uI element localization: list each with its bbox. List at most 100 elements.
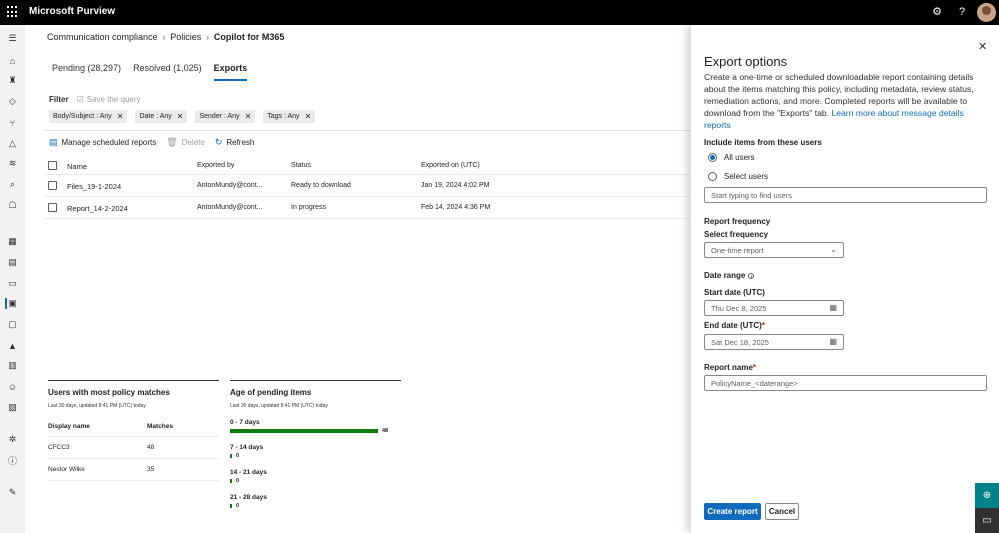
edit-icon[interactable]: ✎: [7, 487, 18, 498]
widget-title: Users with most policy matches: [48, 388, 170, 397]
row-checkbox[interactable]: [48, 203, 57, 212]
widget-subtitle: Last 30 days, updated 8:41 PM (UTC) toda…: [48, 403, 146, 409]
tag-icon[interactable]: ◇: [7, 96, 18, 107]
data-map-icon[interactable]: ▤: [7, 257, 18, 268]
filter-chip-body-subject[interactable]: Body/Subject : Any ✕: [49, 110, 128, 123]
audit-icon[interactable]: ☖: [7, 200, 18, 211]
branch-icon[interactable]: ⑂: [7, 117, 18, 128]
manage-scheduled-reports-button[interactable]: ▤ Manage scheduled reports: [49, 137, 156, 148]
breadcrumb-item-communication-compliance[interactable]: Communication compliance: [47, 32, 158, 42]
age-bar-row: 0: [230, 478, 401, 484]
radio-selected-icon[interactable]: [708, 153, 717, 162]
menu-icon[interactable]: ☰: [7, 33, 18, 44]
column-header-exported-on[interactable]: Exported on (UTC): [421, 162, 480, 169]
info-icon[interactable]: i: [748, 272, 755, 279]
table-row[interactable]: Files_19-1-2024 AntonMundy@cont... Ready…: [44, 175, 690, 197]
calendar-edit-icon: ▤: [49, 137, 58, 147]
close-icon[interactable]: ✕: [245, 112, 252, 121]
avatar[interactable]: [977, 3, 996, 22]
calendar-icon: ▦: [829, 303, 837, 312]
settings-gear-icon[interactable]: ⚙: [931, 6, 943, 18]
cancel-button[interactable]: Cancel: [765, 503, 799, 520]
date-range-label: Date range i: [704, 271, 755, 280]
help-support-icon[interactable]: ⊕: [975, 483, 999, 508]
people-icon[interactable]: ☺: [7, 381, 18, 392]
report-name-text: Report name: [704, 363, 753, 372]
report-name-input[interactable]: PolicyName_<daterange>: [704, 375, 987, 391]
age-pending-items-widget: Age of pending items Last 30 days, updat…: [230, 380, 401, 509]
user-name: Nestor Wilke: [48, 466, 85, 473]
refresh-label: Refresh: [226, 138, 255, 147]
help-icon[interactable]: ?: [956, 6, 968, 18]
radio-select-users[interactable]: Select users: [708, 172, 768, 181]
breadcrumb-item-policies[interactable]: Policies: [170, 32, 201, 42]
home-icon[interactable]: ⌂: [7, 55, 18, 66]
age-bar-row: 0: [230, 453, 401, 459]
select-all-checkbox[interactable]: [48, 161, 57, 170]
cell-name[interactable]: Files_19-1-2024: [67, 182, 121, 191]
policy-icon[interactable]: ▢: [7, 319, 18, 330]
radio-all-users[interactable]: All users: [708, 153, 755, 162]
close-icon[interactable]: ✕: [978, 40, 987, 53]
column-header-status[interactable]: Status: [291, 162, 311, 169]
trophy-icon[interactable]: ♜: [7, 75, 18, 86]
left-nav-rail: ☰ ⌂ ♜ ◇ ⑂ △ ≋ ⌕ ☖ ▦ ▤ ▭ ▣ ▢ ▲ ▥ ☺ ▧ ✲ ⓘ …: [0, 25, 25, 533]
age-bucket[interactable]: 0 - 7 days 48: [230, 419, 401, 434]
column-header-name[interactable]: Name: [67, 162, 87, 171]
filter-icon[interactable]: ≋: [7, 158, 18, 169]
info-icon[interactable]: ⓘ: [7, 455, 18, 466]
start-date-picker[interactable]: Thu Dec 8, 2025 ▦: [704, 300, 844, 316]
user-name: CFCC3: [48, 444, 70, 451]
age-bar-row: 0: [230, 503, 401, 509]
save-icon: ☑: [76, 95, 84, 104]
tab-exports[interactable]: Exports: [213, 63, 248, 81]
required-marker: *: [752, 363, 757, 372]
close-icon[interactable]: ✕: [177, 112, 184, 121]
report-icon[interactable]: ▧: [7, 402, 18, 413]
list-item[interactable]: CFCC3 48: [48, 437, 219, 459]
tab-resolved[interactable]: Resolved (1,025): [133, 63, 202, 81]
age-bar: [230, 479, 232, 483]
end-date-picker[interactable]: Sat Dec 18, 2025 ▦: [704, 334, 844, 350]
archive-icon[interactable]: ▥: [7, 360, 18, 371]
settings-icon[interactable]: ✲: [7, 434, 18, 445]
save-query-button[interactable]: ☑ Save the query: [77, 95, 141, 104]
users-most-matches-widget: Users with most policy matches Last 30 d…: [48, 380, 219, 481]
search-icon[interactable]: ⌕: [7, 179, 18, 190]
filter-chip-date[interactable]: Date : Any ✕: [135, 110, 188, 123]
catalog-icon[interactable]: ▦: [7, 236, 18, 247]
widget-title: Age of pending items: [230, 388, 312, 397]
filter-chip-tags[interactable]: Tags : Any ✕: [263, 110, 316, 123]
app-launcher-icon[interactable]: [7, 6, 19, 18]
list-item[interactable]: Nestor Wilke 35: [48, 459, 219, 481]
age-bucket[interactable]: 14 - 21 days 0: [230, 469, 401, 484]
age-bucket[interactable]: 21 - 28 days 0: [230, 494, 401, 509]
exports-table: Name Exported by Status Exported on (UTC…: [44, 155, 690, 219]
feedback-icon[interactable]: ▭: [975, 508, 999, 533]
alert-icon[interactable]: △: [7, 138, 18, 149]
create-report-button[interactable]: Create report: [704, 503, 761, 520]
filter-chip-sender[interactable]: Sender : Any ✕: [195, 110, 256, 123]
age-bar-value: 0: [236, 453, 240, 459]
age-bar: [230, 429, 378, 433]
chip-label: Body/Subject : Any: [53, 113, 112, 120]
row-checkbox[interactable]: [48, 181, 57, 190]
tab-pending[interactable]: Pending (28,297): [52, 63, 121, 81]
communication-compliance-icon[interactable]: ▣: [5, 298, 17, 309]
user-matches: 48: [147, 444, 155, 451]
refresh-button[interactable]: ↻ Refresh: [215, 137, 255, 148]
find-users-input[interactable]: Start typing to find users: [704, 187, 987, 203]
table-row[interactable]: Report_14-2-2024 AntonMundy@cont... In p…: [44, 197, 690, 219]
radio-unselected-icon[interactable]: [708, 172, 717, 181]
document-icon[interactable]: ▭: [7, 278, 18, 289]
frequency-value: One-time report: [711, 246, 764, 255]
close-icon[interactable]: ✕: [117, 112, 124, 121]
age-bucket[interactable]: 7 - 14 days 0: [230, 444, 401, 459]
close-icon[interactable]: ✕: [305, 112, 312, 121]
column-header-exported-by[interactable]: Exported by: [197, 162, 234, 169]
insights-icon[interactable]: ▲: [7, 340, 18, 351]
chip-label: Tags : Any: [267, 113, 300, 120]
cell-name[interactable]: Report_14-2-2024: [67, 204, 128, 213]
delete-button[interactable]: 🗑 Delete: [166, 137, 205, 148]
frequency-dropdown[interactable]: One-time report ⌄: [704, 242, 844, 258]
